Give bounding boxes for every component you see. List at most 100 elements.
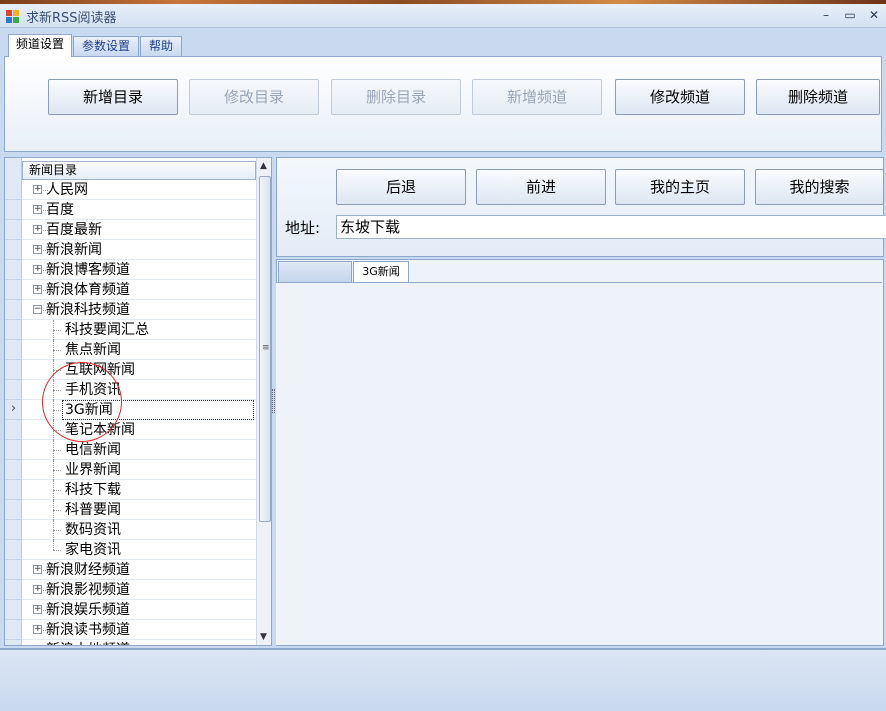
- minimize-button[interactable]: –: [814, 6, 838, 24]
- tree-item-label: 焦点新闻: [65, 342, 121, 358]
- tree-child-item[interactable]: 焦点新闻: [22, 340, 256, 360]
- tree-item-label: 百度: [46, 202, 74, 218]
- delete-folder-button[interactable]: 删除目录: [331, 79, 461, 115]
- row-selector[interactable]: [5, 620, 22, 640]
- maximize-button[interactable]: ▭: [838, 6, 862, 24]
- row-selector[interactable]: [5, 560, 22, 580]
- row-selector[interactable]: [5, 520, 22, 540]
- expand-icon[interactable]: +: [34, 645, 42, 646]
- tree-folder-item[interactable]: + 新浪博客频道: [22, 260, 256, 280]
- tree-folder-item[interactable]: + 新浪影视频道: [22, 580, 256, 600]
- tree-folder-item[interactable]: + 新浪财经频道: [22, 560, 256, 580]
- tree-connector: [53, 530, 61, 531]
- row-selector[interactable]: [5, 460, 22, 480]
- tab-parameter-settings[interactable]: 参数设置: [73, 36, 139, 56]
- tree-child-item[interactable]: 科技下载: [22, 480, 256, 500]
- expand-icon[interactable]: +: [33, 605, 42, 614]
- tree-item-label: 科技要闻汇总: [65, 322, 149, 338]
- expand-icon[interactable]: +: [33, 585, 42, 594]
- expand-icon[interactable]: +: [33, 265, 42, 274]
- expand-icon[interactable]: +: [33, 285, 42, 294]
- new-folder-button[interactable]: 新增目录: [48, 79, 178, 115]
- back-button[interactable]: 后退: [336, 169, 466, 205]
- tree-child-item[interactable]: 科普要闻: [22, 500, 256, 520]
- tree-connector: [53, 550, 61, 551]
- tree-connector: [53, 330, 61, 331]
- tree-item-label: 百度最新: [46, 222, 102, 238]
- tree-item-label: 家电资讯: [65, 542, 121, 558]
- address-input[interactable]: 东坡下载: [336, 215, 886, 239]
- tree-item-label: 人民网: [46, 182, 88, 198]
- content-tab-3g-news[interactable]: 3G新闻: [353, 261, 409, 283]
- row-selector[interactable]: [5, 600, 22, 620]
- home-button[interactable]: 我的主页: [615, 169, 745, 205]
- tree-connector: [53, 470, 61, 471]
- collapse-icon[interactable]: −: [33, 305, 42, 314]
- window-title: 求新RSS阅读器: [26, 11, 117, 26]
- expand-icon[interactable]: +: [33, 245, 42, 254]
- row-selector[interactable]: [5, 360, 22, 380]
- new-channel-button[interactable]: 新增频道: [472, 79, 602, 115]
- tree-child-item[interactable]: 数码资讯: [22, 520, 256, 540]
- address-label: 地址:: [285, 219, 321, 237]
- title-bar[interactable]: 求新RSS阅读器 – ▭ ✕: [0, 4, 886, 28]
- row-selector[interactable]: [5, 300, 22, 320]
- row-selector[interactable]: [5, 200, 22, 220]
- tree-child-item[interactable]: 家电资讯: [22, 540, 256, 560]
- tree-item-label: 电信新闻: [65, 442, 121, 458]
- tree-child-item[interactable]: 科技要闻汇总: [22, 320, 256, 340]
- row-selector[interactable]: [5, 580, 22, 600]
- row-selector[interactable]: [5, 540, 22, 560]
- scroll-up-arrow-icon[interactable]: ▲: [260, 161, 267, 171]
- scroll-down-arrow-icon[interactable]: ▼: [260, 632, 267, 642]
- tree-folder-item[interactable]: + 新浪娱乐频道: [22, 600, 256, 620]
- edit-channel-button[interactable]: 修改频道: [615, 79, 745, 115]
- tree-scrollbar[interactable]: ▲ ≡ ▼: [256, 158, 271, 645]
- tree-item-label: 新浪土地频道: [46, 641, 130, 645]
- row-selector[interactable]: [5, 220, 22, 240]
- row-selector[interactable]: [5, 500, 22, 520]
- tree-folder-item[interactable]: + 百度: [22, 200, 256, 220]
- splitter-grip-icon: [272, 389, 275, 413]
- tab-help[interactable]: 帮助: [140, 36, 182, 56]
- expand-icon[interactable]: +: [33, 225, 42, 234]
- expand-icon[interactable]: +: [33, 625, 42, 634]
- tree-folder-item[interactable]: + 新浪体育频道: [22, 280, 256, 300]
- tree-child-item[interactable]: 业界新闻: [22, 460, 256, 480]
- row-selector[interactable]: [5, 480, 22, 500]
- search-button[interactable]: 我的搜索: [755, 169, 884, 205]
- annotation-circle: [42, 362, 122, 442]
- row-selector[interactable]: [5, 640, 22, 645]
- expand-icon[interactable]: +: [33, 205, 42, 214]
- row-selector[interactable]: [5, 240, 22, 260]
- close-button[interactable]: ✕: [862, 6, 886, 24]
- scroll-thumb[interactable]: ≡: [259, 176, 271, 522]
- tree-folder-item[interactable]: + 新浪读书频道: [22, 620, 256, 640]
- tree-folder-item[interactable]: + 百度最新: [22, 220, 256, 240]
- delete-channel-button[interactable]: 删除频道: [756, 79, 880, 115]
- tree-folder-item[interactable]: − 新浪科技频道: [22, 300, 256, 320]
- tab-channel-settings[interactable]: 频道设置: [8, 34, 72, 57]
- row-selector[interactable]: [5, 280, 22, 300]
- row-selector[interactable]: [5, 180, 22, 200]
- app-icon: [6, 10, 19, 23]
- tree-folder-item[interactable]: + 新浪土地频道: [22, 640, 256, 646]
- tree-folder-item[interactable]: + 人民网: [22, 180, 256, 200]
- expand-icon[interactable]: +: [33, 565, 42, 574]
- content-tab-blank[interactable]: [278, 261, 352, 282]
- tree-item-label: 新浪博客频道: [46, 262, 130, 278]
- tree-child-item[interactable]: 电信新闻: [22, 440, 256, 460]
- row-selector[interactable]: [5, 340, 22, 360]
- expand-icon[interactable]: +: [33, 185, 42, 194]
- edit-folder-button[interactable]: 修改目录: [189, 79, 319, 115]
- row-selector[interactable]: [5, 320, 22, 340]
- forward-button[interactable]: 前进: [476, 169, 606, 205]
- row-selector[interactable]: [5, 420, 22, 440]
- row-selector[interactable]: [5, 440, 22, 460]
- tree-folder-item[interactable]: + 新浪新闻: [22, 240, 256, 260]
- row-selector[interactable]: ›: [5, 400, 22, 420]
- row-selector[interactable]: [5, 380, 22, 400]
- tree-connector: [53, 490, 61, 491]
- tree-item-label: 新浪读书频道: [46, 622, 130, 638]
- row-selector[interactable]: [5, 260, 22, 280]
